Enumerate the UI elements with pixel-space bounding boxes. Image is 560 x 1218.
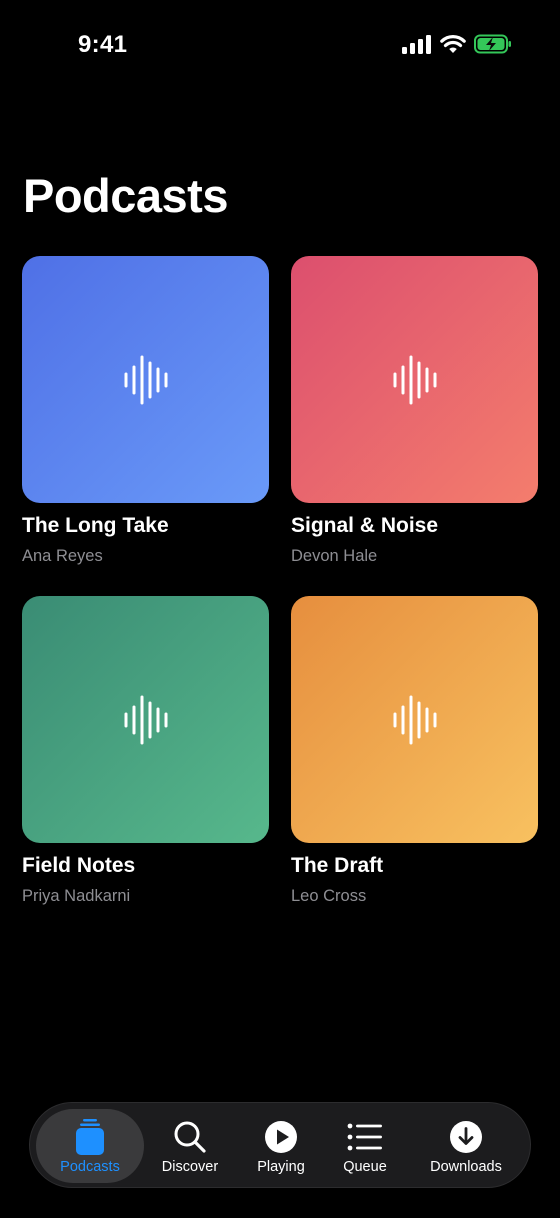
podcast-title: The Draft bbox=[291, 854, 384, 877]
cellular-signal-icon bbox=[402, 34, 432, 54]
podcast-artwork bbox=[291, 596, 538, 843]
status-bar: 9:41 bbox=[0, 0, 560, 90]
podcast-title: Signal & Noise bbox=[291, 514, 439, 537]
podcast-artwork bbox=[291, 256, 538, 503]
tab-bar: Podcasts Discover Playing Queue Download… bbox=[29, 1102, 531, 1188]
wifi-icon bbox=[440, 34, 466, 54]
tab-podcasts[interactable]: Podcasts bbox=[36, 1109, 144, 1183]
list-icon bbox=[347, 1117, 383, 1157]
battery-charging-icon bbox=[474, 34, 512, 54]
tab-downloads[interactable]: Downloads bbox=[416, 1109, 516, 1183]
podcasts-stack-icon bbox=[75, 1117, 105, 1157]
podcast-author: Priya Nadkarni bbox=[22, 887, 131, 905]
podcast-title: Field Notes bbox=[22, 854, 136, 877]
podcast-card[interactable]: The Draft Leo Cross bbox=[291, 596, 538, 906]
podcast-artwork bbox=[22, 596, 269, 843]
tab-playing[interactable]: Playing bbox=[236, 1109, 326, 1183]
tab-label: Podcasts bbox=[60, 1159, 120, 1175]
waveform-icon bbox=[392, 355, 438, 405]
waveform-icon bbox=[123, 695, 169, 745]
tab-label: Queue bbox=[343, 1159, 387, 1175]
tab-queue[interactable]: Queue bbox=[326, 1109, 404, 1183]
podcast-author: Leo Cross bbox=[291, 887, 367, 905]
page-title: Podcasts bbox=[23, 169, 228, 222]
podcast-artwork bbox=[22, 256, 269, 503]
tab-label: Discover bbox=[161, 1159, 219, 1175]
podcast-author: Devon Hale bbox=[291, 547, 378, 565]
podcast-grid: The Long Take Ana Reyes Signal & Noise D… bbox=[22, 256, 538, 906]
status-icons bbox=[402, 34, 512, 54]
tab-label: Downloads bbox=[430, 1159, 502, 1175]
tab-discover[interactable]: Discover bbox=[144, 1109, 236, 1183]
podcast-card[interactable]: Signal & Noise Devon Hale bbox=[291, 256, 538, 566]
podcast-author: Ana Reyes bbox=[22, 547, 103, 565]
waveform-icon bbox=[123, 355, 169, 405]
podcast-card[interactable]: Field Notes Priya Nadkarni bbox=[22, 596, 269, 906]
play-circle-icon bbox=[264, 1117, 298, 1157]
search-icon bbox=[173, 1117, 207, 1157]
podcast-title: The Long Take bbox=[22, 514, 169, 537]
podcast-card[interactable]: The Long Take Ana Reyes bbox=[22, 256, 269, 566]
tab-label: Playing bbox=[257, 1159, 305, 1175]
status-time: 9:41 bbox=[78, 31, 128, 58]
waveform-icon bbox=[392, 695, 438, 745]
download-circle-icon bbox=[449, 1117, 483, 1157]
